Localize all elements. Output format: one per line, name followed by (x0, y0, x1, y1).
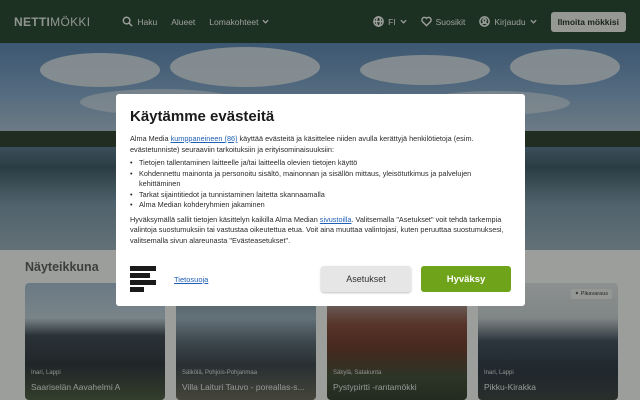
alma-logo (130, 266, 156, 292)
dialog-footer: Tietosuoja Asetukset Hyväksy (130, 264, 511, 294)
cookie-consent-dialog: Käytämme evästeitä Alma Media kumppanein… (116, 94, 525, 306)
accept-button[interactable]: Hyväksy (421, 266, 511, 292)
purpose-item: Tarkat sijaintitiedot ja tunnistaminen l… (130, 190, 511, 201)
dialog-intro: Alma Media kumppaneineen (86) käyttää ev… (130, 134, 474, 154)
dialog-outro: Hyväksymällä sallit tietojen käsittelyn … (130, 214, 504, 245)
purpose-item: Tietojen tallentaminen laitteelle ja/tai… (130, 158, 511, 169)
purpose-item: Alma Median kohderyhmien jakaminen (130, 200, 511, 211)
partners-link[interactable]: kumppaneineen (86) (171, 134, 238, 143)
sites-link[interactable]: sivustoilla (320, 215, 352, 224)
purpose-item: Kohdennettu mainonta ja personoitu sisäl… (130, 169, 511, 190)
settings-button[interactable]: Asetukset (321, 266, 411, 292)
purpose-list: Tietojen tallentaminen laitteelle ja/tai… (130, 158, 511, 211)
privacy-link[interactable]: Tietosuoja (174, 275, 208, 284)
dialog-title: Käytämme evästeitä (130, 108, 275, 125)
